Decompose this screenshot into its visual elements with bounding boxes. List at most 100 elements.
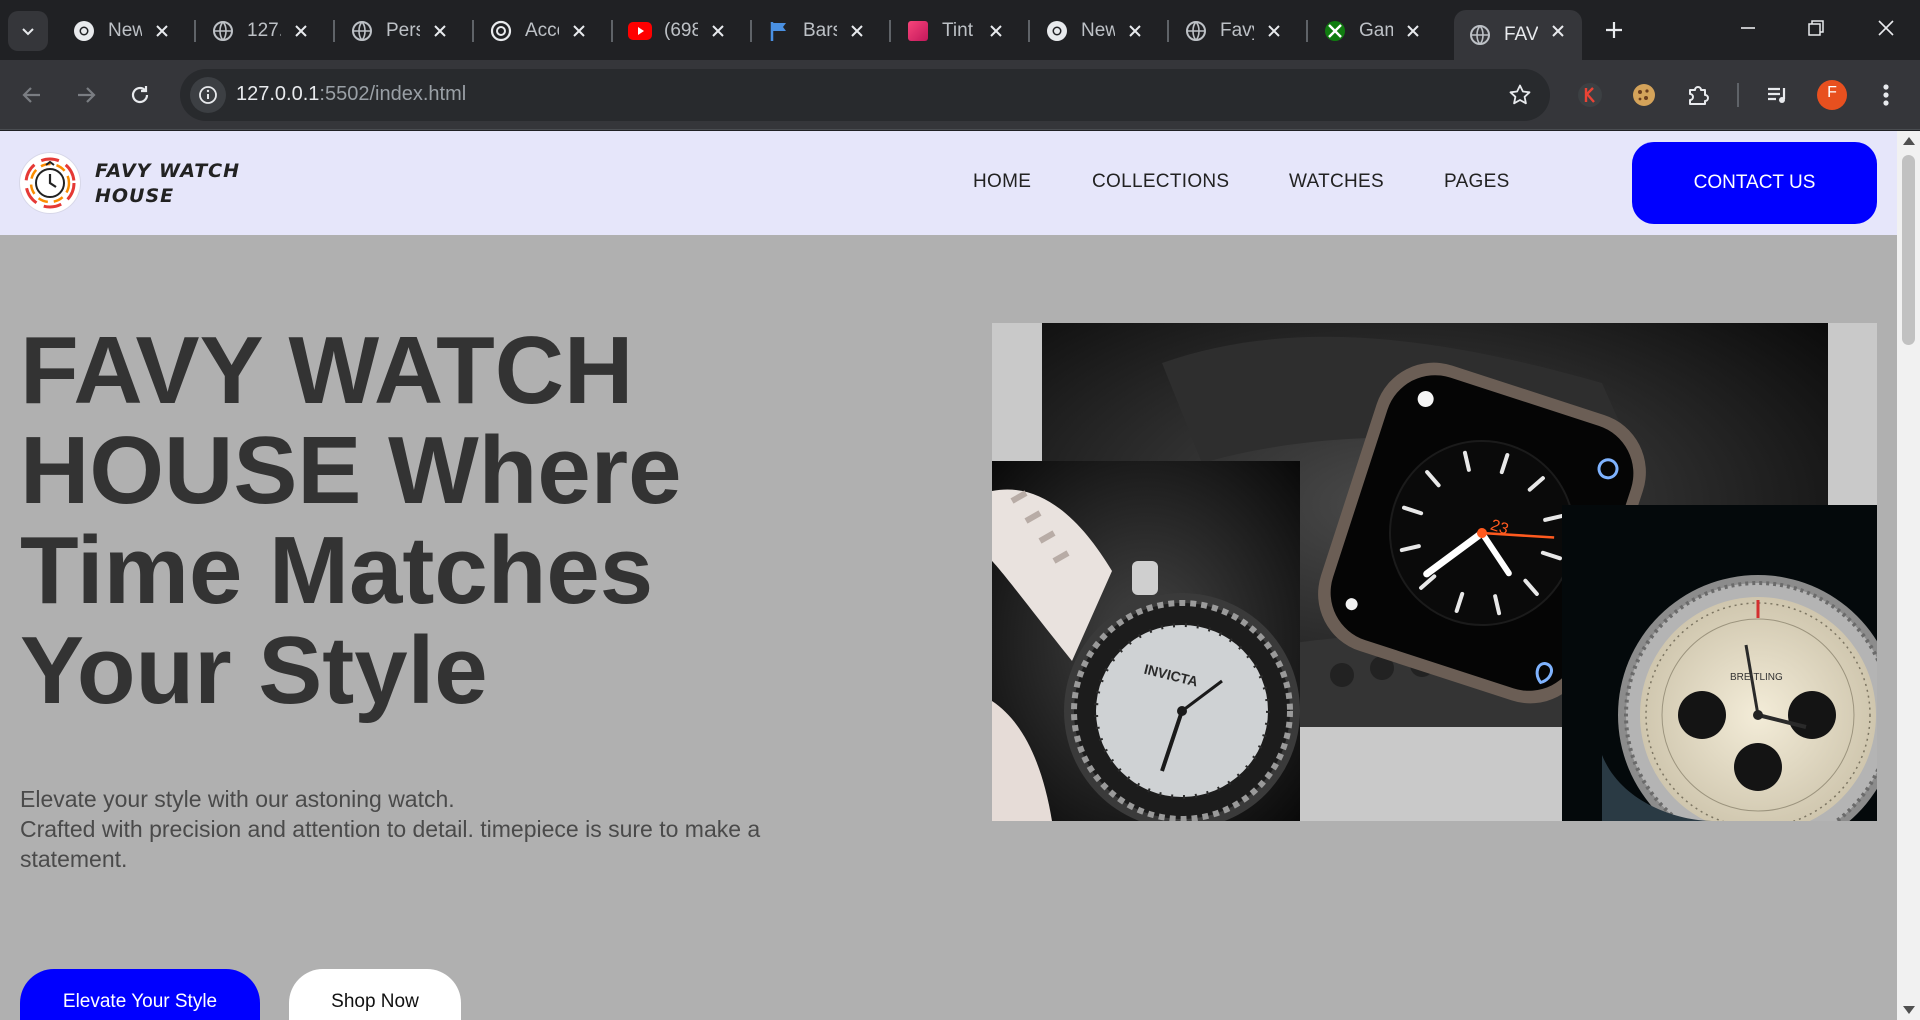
bookmark-star-icon[interactable] bbox=[1506, 81, 1534, 109]
close-icon[interactable] bbox=[567, 19, 591, 43]
breitling-chronograph-photo: BREITLING bbox=[1562, 505, 1877, 821]
browser-tab[interactable]: Game bbox=[1309, 10, 1437, 52]
restore-icon bbox=[1808, 20, 1824, 36]
nav-pages[interactable]: PAGES bbox=[1444, 171, 1510, 193]
openai-icon bbox=[489, 19, 513, 43]
watch-collage: 23 INVICTA BREITLING bbox=[992, 323, 1877, 821]
chevron-down-icon bbox=[22, 28, 34, 36]
site-logo[interactable] bbox=[20, 153, 80, 213]
close-icon[interactable] bbox=[289, 19, 313, 43]
browser-tab[interactable]: Favy bbox=[1170, 10, 1298, 52]
xbox-icon bbox=[1323, 19, 1347, 43]
tab-title: (698) bbox=[664, 20, 698, 41]
close-icon[interactable] bbox=[1123, 19, 1147, 43]
scroll-thumb[interactable] bbox=[1902, 155, 1915, 345]
media-control-icon[interactable] bbox=[1760, 77, 1796, 113]
cookie-extension-icon[interactable] bbox=[1626, 77, 1662, 113]
page-scrollbar[interactable] bbox=[1897, 131, 1920, 1020]
new-tab-button[interactable] bbox=[1598, 14, 1630, 46]
scroll-down-arrow-icon[interactable] bbox=[1903, 1006, 1915, 1014]
flag-icon bbox=[767, 19, 791, 43]
clock-logo-icon bbox=[24, 157, 76, 209]
tab-search-button[interactable] bbox=[8, 11, 48, 51]
scroll-up-arrow-icon[interactable] bbox=[1903, 137, 1915, 145]
tab-divider bbox=[1028, 20, 1030, 42]
browser-tab[interactable]: 127.0.0.1 bbox=[197, 10, 325, 52]
globe-icon bbox=[211, 19, 235, 43]
tab-divider bbox=[1306, 20, 1308, 42]
nav-watches[interactable]: WATCHES bbox=[1289, 171, 1384, 193]
url-text[interactable]: 127.0.0.1:5502/index.html bbox=[236, 83, 466, 106]
tab-title: Favy bbox=[1220, 20, 1254, 41]
browser-toolbar: 127.0.0.1:5502/index.html F bbox=[0, 60, 1920, 130]
browser-menu-button[interactable] bbox=[1868, 77, 1904, 113]
close-icon[interactable] bbox=[150, 19, 174, 43]
tab-title: New Tab bbox=[108, 20, 142, 41]
tab-divider bbox=[611, 20, 613, 42]
close-icon[interactable] bbox=[1401, 19, 1425, 43]
hero-title: FAVY WATCH HOUSE Where Time Matches Your… bbox=[20, 317, 682, 724]
hero-description: Elevate your style with our astoning wat… bbox=[20, 784, 840, 874]
forward-button[interactable] bbox=[66, 75, 106, 115]
browser-tab[interactable]: New Tab bbox=[58, 10, 186, 52]
close-icon bbox=[1878, 20, 1894, 36]
arrow-right-icon bbox=[78, 87, 96, 103]
contact-us-button[interactable]: CONTACT US bbox=[1632, 142, 1877, 224]
tab-divider bbox=[472, 20, 474, 42]
tab-divider bbox=[194, 20, 196, 42]
address-bar[interactable]: 127.0.0.1:5502/index.html bbox=[180, 69, 1550, 121]
kaspersky-extension-icon[interactable] bbox=[1572, 77, 1608, 113]
url-host: 127.0.0.1 bbox=[236, 83, 320, 105]
close-icon[interactable] bbox=[984, 19, 1008, 43]
nav-collections[interactable]: COLLECTIONS bbox=[1092, 171, 1229, 193]
profile-avatar[interactable]: F bbox=[1814, 77, 1850, 113]
breitling-brand-label: BREITLING bbox=[1730, 672, 1783, 683]
nav-home[interactable]: HOME bbox=[973, 171, 1031, 193]
restore-button[interactable] bbox=[1796, 8, 1836, 48]
tab-title: New Tab bbox=[1081, 20, 1115, 41]
close-icon[interactable] bbox=[845, 19, 869, 43]
youtube-icon bbox=[628, 19, 652, 43]
close-icon[interactable] bbox=[428, 19, 452, 43]
tab-title: 127.0.0.1 bbox=[247, 20, 281, 41]
browser-tab[interactable]: Bars bbox=[753, 10, 881, 52]
browser-tab[interactable]: Account bbox=[475, 10, 603, 52]
reload-button[interactable] bbox=[120, 75, 160, 115]
shop-now-button[interactable]: Shop Now bbox=[289, 969, 461, 1020]
globe-icon bbox=[1468, 23, 1492, 47]
tab-divider bbox=[1167, 20, 1169, 42]
invicta-dive-watch-photo: INVICTA bbox=[992, 461, 1300, 821]
tab-title: Tint bbox=[942, 20, 973, 41]
puzzle-extensions-icon[interactable] bbox=[1680, 77, 1716, 113]
app-icon bbox=[906, 19, 930, 43]
minimize-button[interactable] bbox=[1728, 8, 1768, 48]
site-info-icon[interactable] bbox=[190, 77, 226, 113]
tab-title: FAVY bbox=[1504, 24, 1538, 45]
chrome-icon bbox=[72, 19, 96, 43]
tab-strip: New Tab 127.0.0.1 Personal Account (698)… bbox=[0, 0, 1920, 60]
url-path: :5502/index.html bbox=[319, 83, 467, 105]
back-button[interactable] bbox=[12, 75, 52, 115]
page-viewport: FAVY WATCH HOUSE HOME COLLECTIONS WATCHE… bbox=[0, 131, 1897, 1020]
arrow-left-icon bbox=[22, 87, 40, 103]
close-icon[interactable] bbox=[1262, 19, 1286, 43]
elevate-your-style-button[interactable]: Elevate Your Style bbox=[20, 969, 260, 1020]
site-header: FAVY WATCH HOUSE HOME COLLECTIONS WATCHE… bbox=[0, 131, 1897, 235]
tab-title: Bars bbox=[803, 20, 837, 41]
chrome-icon bbox=[1045, 19, 1069, 43]
close-icon[interactable] bbox=[706, 19, 730, 43]
browser-tab[interactable]: Tint bbox=[892, 10, 1020, 52]
browser-tab[interactable]: New Tab bbox=[1031, 10, 1159, 52]
profile-initial: F bbox=[1827, 84, 1837, 101]
close-icon[interactable] bbox=[1546, 19, 1570, 43]
browser-tab-active[interactable]: FAVY bbox=[1454, 10, 1582, 60]
browser-tab[interactable]: (698) bbox=[614, 10, 742, 52]
toolbar-divider bbox=[1737, 83, 1739, 107]
site-logo-text[interactable]: FAVY WATCH HOUSE bbox=[95, 159, 255, 209]
browser-tab[interactable]: Personal bbox=[336, 10, 464, 52]
hero-line-1: Elevate your style with our astoning wat… bbox=[20, 786, 455, 812]
more-vert-icon bbox=[1883, 84, 1889, 106]
plus-icon bbox=[1606, 22, 1622, 38]
tab-divider bbox=[889, 20, 891, 42]
close-window-button[interactable] bbox=[1866, 8, 1906, 48]
